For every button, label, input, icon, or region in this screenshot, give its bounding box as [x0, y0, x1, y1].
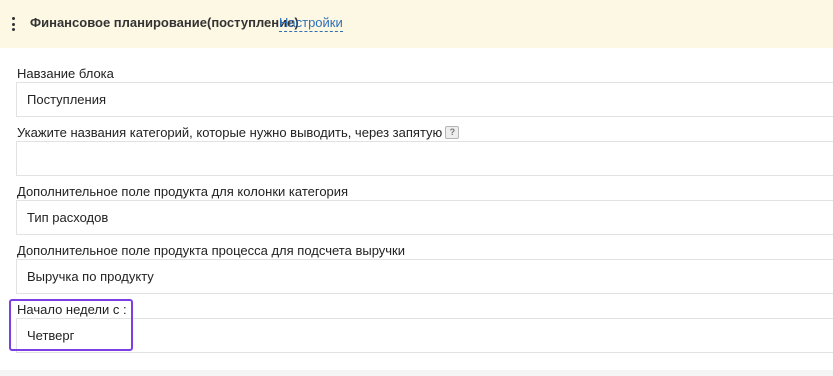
bottom-divider [0, 370, 833, 376]
categories-input[interactable] [16, 141, 833, 176]
revenue-field-label: Дополнительное поле продукта процесса дл… [17, 243, 405, 258]
category-column-select[interactable]: Тип расходов [16, 200, 833, 235]
categories-label: Укажите названия категорий, которые нужн… [17, 125, 460, 141]
drag-handle-icon[interactable] [11, 17, 15, 31]
week-start-select[interactable]: Четверг [16, 318, 833, 353]
settings-link[interactable]: Настройки [279, 15, 343, 32]
highlight-frame [9, 299, 133, 351]
help-icon[interactable]: ? [445, 126, 460, 140]
block-name-label: Навзание блока [17, 66, 114, 81]
categories-label-text: Укажите названия категорий, которые нужн… [17, 125, 443, 140]
widget-title: Финансовое планирование(поступление) [30, 15, 299, 30]
category-column-label: Дополнительное поле продукта для колонки… [17, 184, 349, 199]
widget-header: Финансовое планирование(поступление) Нас… [0, 0, 833, 48]
revenue-field-select[interactable]: Выручка по продукту [16, 259, 833, 294]
block-name-input[interactable]: Поступления [16, 82, 833, 117]
